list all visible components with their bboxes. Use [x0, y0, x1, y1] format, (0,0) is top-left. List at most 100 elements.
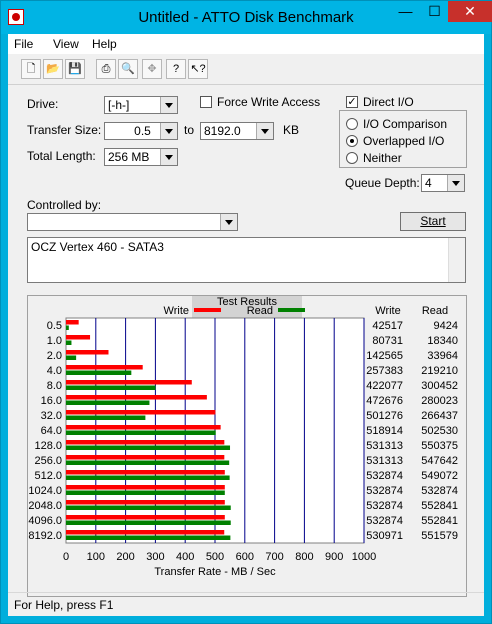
x-tick-label: 100 [87, 551, 105, 563]
category-label: 4096.0 [28, 515, 62, 527]
write-bar [66, 320, 79, 325]
description-scrollbar[interactable] [448, 238, 465, 282]
read-value: 552841 [421, 500, 458, 512]
write-value: 532874 [366, 485, 403, 497]
context-help-icon[interactable]: ↖? [188, 59, 208, 79]
read-bar [66, 460, 230, 465]
category-label: 1.0 [47, 335, 62, 347]
print-preview-icon[interactable]: 🔍 [118, 59, 138, 79]
transfer-to-select[interactable]: 8192.0 [200, 122, 274, 140]
x-tick-label: 700 [265, 551, 283, 563]
read-value: 219210 [421, 365, 458, 377]
write-value: 142565 [366, 350, 403, 362]
description-textbox[interactable]: OCZ Vertex 460 - SATA3 [27, 237, 466, 283]
total-length-select[interactable]: 256 MB [104, 148, 178, 166]
read-value: 549072 [421, 470, 458, 482]
write-bar [66, 515, 225, 520]
read-bar [66, 505, 231, 510]
read-value: 502530 [421, 425, 458, 437]
read-bar [66, 475, 230, 480]
category-label: 2.0 [47, 350, 62, 362]
write-bar [66, 410, 216, 415]
write-bar [66, 500, 225, 505]
transfer-from-select[interactable]: 0.5 [104, 122, 178, 140]
category-label: 32.0 [41, 410, 62, 422]
force-write-label: Force Write Access [217, 95, 321, 109]
read-bar [66, 325, 69, 330]
x-tick-label: 1000 [352, 551, 376, 563]
menu-view[interactable]: View [53, 37, 79, 51]
x-tick-label: 600 [236, 551, 254, 563]
move-icon[interactable]: ✥ [142, 59, 162, 79]
legend-write-label: Write [164, 305, 189, 317]
read-value: 552841 [421, 515, 458, 527]
toolbar: 🗋 📂 💾 ⎙ 🔍 ✥ ? ↖? [8, 56, 484, 85]
legend-read-label: Read [247, 305, 273, 317]
print-icon[interactable]: ⎙ [96, 59, 116, 79]
legend-write-swatch [194, 308, 221, 312]
minimize-button[interactable]: — [390, 1, 421, 22]
save-icon[interactable]: 💾 [65, 59, 85, 79]
read-bar [66, 520, 231, 525]
new-icon[interactable]: 🗋 [21, 59, 41, 79]
category-label: 0.5 [47, 320, 62, 332]
status-text: For Help, press F1 [14, 598, 114, 612]
x-axis-label: Transfer Rate - MB / Sec [154, 566, 276, 578]
queue-depth-select[interactable]: 4 [421, 174, 465, 192]
chevron-down-icon [220, 214, 237, 230]
write-value: 472676 [366, 395, 403, 407]
controlled-by-select[interactable] [27, 213, 238, 231]
chevron-down-icon [256, 123, 273, 139]
read-value: 280023 [421, 395, 458, 407]
overlapped-io-label: Overlapped I/O [363, 134, 445, 148]
results-chart: HWLegendTest ResultsWriteReadWriteRead0.… [28, 266, 458, 578]
neither-radio[interactable] [346, 152, 358, 164]
read-bar [66, 415, 146, 420]
category-label: 64.0 [41, 425, 62, 437]
read-bar [66, 355, 77, 360]
read-value: 18340 [427, 335, 458, 347]
category-label: 2048.0 [28, 500, 62, 512]
read-bar [66, 445, 231, 450]
close-button[interactable]: ✕ [448, 1, 492, 22]
x-tick-label: 0 [63, 551, 69, 563]
write-bar [66, 485, 225, 490]
write-bar [66, 455, 225, 460]
write-value: 532874 [366, 515, 403, 527]
read-value: 547642 [421, 455, 458, 467]
chevron-down-icon [160, 97, 177, 113]
category-label: 512.0 [34, 470, 62, 482]
transfer-size-label: Transfer Size: [27, 123, 102, 137]
write-bar [66, 350, 109, 355]
force-write-checkbox[interactable] [200, 96, 212, 108]
write-column-header: Write [375, 305, 400, 317]
maximize-button[interactable]: ☐ [419, 1, 450, 22]
io-comparison-label: I/O Comparison [363, 117, 448, 131]
chevron-down-icon [160, 123, 177, 139]
x-tick-label: 800 [295, 551, 313, 563]
write-value: 501276 [366, 410, 403, 422]
overlapped-io-radio[interactable] [346, 135, 358, 147]
read-value: 33964 [427, 350, 458, 362]
write-value: 257383 [366, 365, 403, 377]
menu-file[interactable]: File [14, 37, 33, 51]
write-value: 531313 [366, 440, 403, 452]
neither-label: Neither [363, 151, 402, 165]
read-value: 266437 [421, 410, 458, 422]
read-bar [66, 370, 132, 375]
write-bar [66, 335, 91, 340]
menu-help[interactable]: Help [92, 37, 117, 51]
x-tick-label: 900 [325, 551, 343, 563]
start-button[interactable]: Start [400, 212, 466, 231]
open-icon[interactable]: 📂 [43, 59, 63, 79]
io-comparison-radio[interactable] [346, 118, 358, 130]
read-bar [66, 430, 216, 435]
help-icon[interactable]: ? [166, 59, 186, 79]
category-label: 16.0 [41, 395, 62, 407]
read-bar [66, 340, 72, 345]
direct-io-checkbox[interactable]: ✓ [346, 96, 358, 108]
transfer-to-label: to [184, 123, 195, 137]
write-value: 422077 [366, 380, 403, 392]
drive-select[interactable]: [-h-] [104, 96, 178, 114]
read-bar [66, 385, 156, 390]
